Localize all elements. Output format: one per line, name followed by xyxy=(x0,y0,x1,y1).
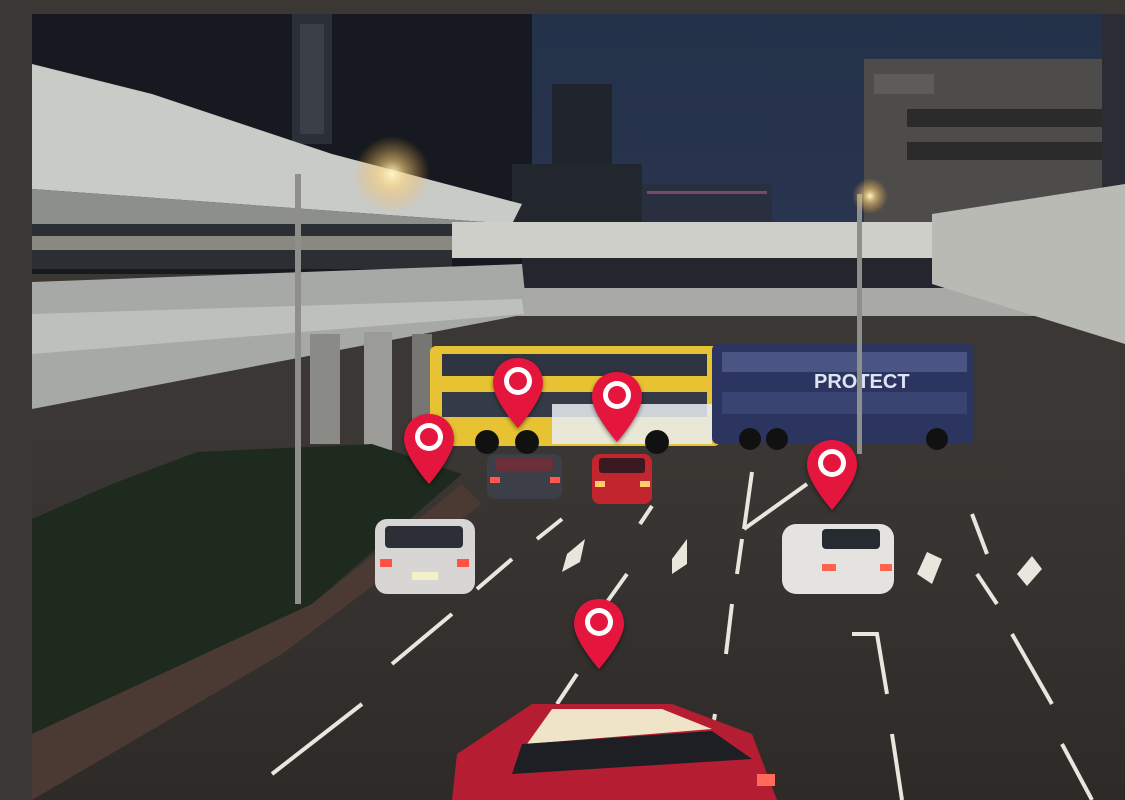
street-lamp-right xyxy=(852,178,888,214)
car-right-white xyxy=(782,524,894,594)
marker-car-left[interactable] xyxy=(402,412,456,486)
photo-frame: PROTECT xyxy=(32,14,1125,800)
car-center-back xyxy=(487,454,562,499)
marker-car-center-back[interactable] xyxy=(491,356,545,430)
car-left-white xyxy=(375,519,475,594)
map-pin-icon xyxy=(574,599,624,669)
street-lamp-left xyxy=(354,136,430,212)
marker-taxi-front[interactable] xyxy=(572,597,626,671)
marker-car-center-red[interactable] xyxy=(590,370,644,444)
bus-blue: PROTECT xyxy=(712,344,974,450)
map-pin-icon xyxy=(404,414,454,484)
map-pin-icon xyxy=(493,358,543,428)
map-pin-icon xyxy=(807,440,857,510)
marker-car-right-white[interactable] xyxy=(805,438,859,512)
street-scene: PROTECT xyxy=(32,14,1125,800)
map-pin-icon xyxy=(592,372,642,442)
bus-yellow xyxy=(430,346,720,454)
car-center-red xyxy=(592,454,652,504)
